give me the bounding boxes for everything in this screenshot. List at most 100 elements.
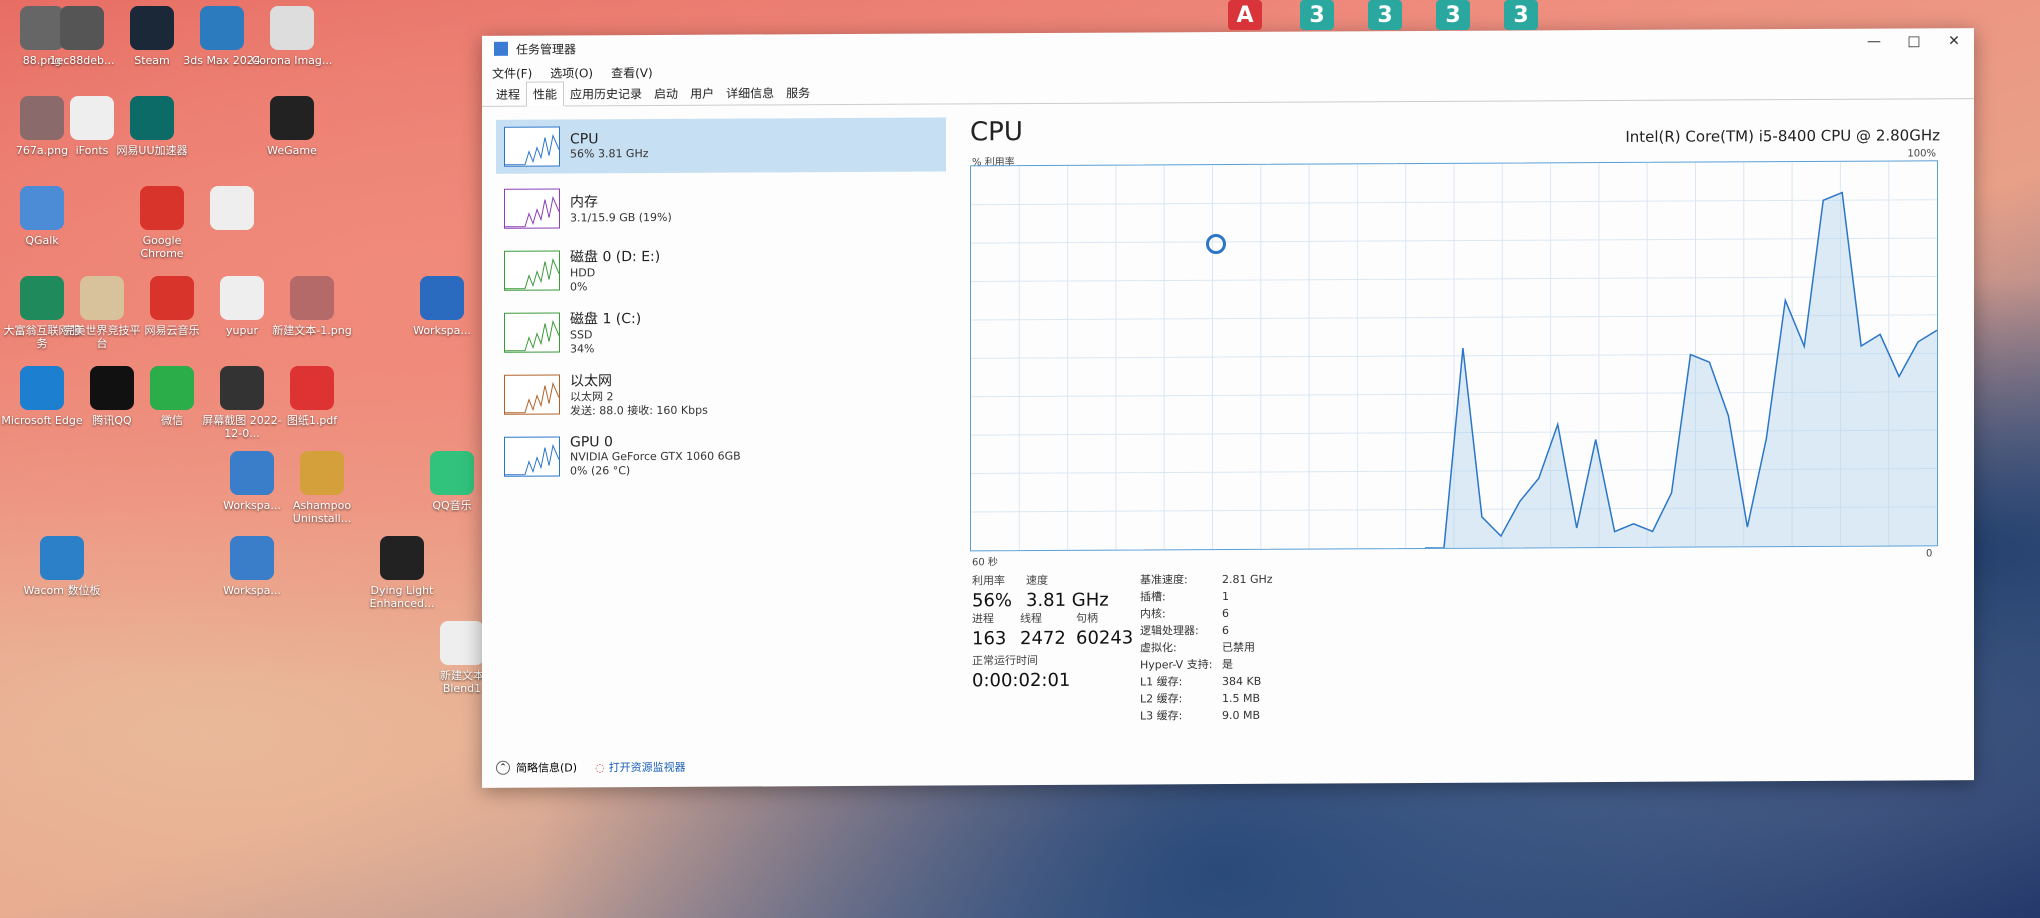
spec-row: L2 缓存: 1.5 MB (1140, 690, 1273, 708)
resource-monitor-link[interactable]: ◌ 打开资源监视器 (595, 759, 686, 775)
spec-value: 384 KB (1222, 674, 1262, 689)
spec-key: L1 缓存: (1140, 675, 1183, 689)
desktop-icon-label: Wacom 数位板 (23, 584, 101, 597)
resource-text: 内存 3.1/15.9 GB (19%) (570, 191, 672, 226)
app-icon (150, 366, 194, 410)
spec-value: 1.5 MB (1222, 691, 1261, 706)
maximize-button[interactable]: □ (1894, 33, 1934, 49)
spec-value: 1 (1222, 589, 1229, 604)
window-title: 任务管理器 (516, 41, 577, 57)
desktop-icon[interactable]: Workspa... (400, 276, 484, 337)
app-icon (150, 276, 194, 320)
app-icon (80, 276, 124, 320)
menu-options[interactable]: 选项(O) (550, 64, 593, 81)
desktop-icon-label: Dying Light Enhanced... (369, 584, 435, 610)
desktop-icon[interactable]: 新建文本-1.png (270, 276, 354, 337)
cpu-detail-panel: CPU Intel(R) Core(TM) i5-8400 CPU @ 2.80… (970, 112, 1950, 723)
app-icon (60, 6, 104, 50)
spec-key: 内核: (1140, 607, 1166, 621)
thread-value: 2472 (1020, 627, 1066, 650)
desktop-icon-label: Workspa... (413, 324, 471, 337)
resource-item[interactable]: 磁盘 0 (D: E:) HDD 0% (496, 241, 946, 297)
resource-item[interactable]: CPU 56% 3.81 GHz (496, 117, 946, 174)
pinned-app-icon[interactable]: A (1228, 0, 1262, 30)
tab-processes[interactable]: 进程 (490, 83, 526, 106)
thread-label: 线程 (1020, 611, 1042, 626)
tab-performance[interactable]: 性能 (526, 81, 565, 107)
spec-value: 是 (1222, 657, 1233, 672)
resource-thumbnail (504, 312, 560, 353)
resource-item[interactable]: 以太网 以太网 2 发送: 88.0 接收: 160 Kbps (496, 365, 946, 421)
desktop-icon[interactable]: WeGame (250, 96, 334, 157)
tab-details[interactable]: 详细信息 (720, 81, 780, 104)
cpu-usage-graph (970, 160, 1938, 552)
desktop-icon-label: WeGame (267, 144, 317, 157)
resource-item[interactable]: 内存 3.1/15.9 GB (19%) (496, 179, 946, 235)
cpu-specs: 基准速度: 2.81 GHz 插槽: 1 内核: 6 逻辑处理器: 6 虚拟化: 已禁用 Hyper… (1140, 571, 1273, 725)
resource-item[interactable]: GPU 0 NVIDIA GeForce GTX 1060 6GB 0% (26 °… (496, 427, 946, 483)
close-button[interactable]: ✕ (1934, 33, 1974, 49)
spec-value: 2.81 GHz (1222, 572, 1273, 587)
desktop-icon-label: 网易UU加速器 (116, 144, 188, 157)
desktop-icon[interactable]: QGalk (0, 186, 84, 247)
desktop-icon-label: Google Chrome (140, 234, 184, 260)
pinned-app-icon[interactable]: 3 (1300, 0, 1334, 30)
fewer-details-link[interactable]: 简略信息(D) (516, 759, 577, 775)
spec-row: L1 缓存: 384 KB (1140, 673, 1273, 691)
spec-row: 虚拟化: 已禁用 (1140, 639, 1273, 657)
desktop-icon[interactable]: 网易UU加速器 (110, 96, 194, 157)
resource-thumbnail (504, 250, 560, 291)
handle-value: 60243 (1076, 627, 1134, 649)
app-icon (130, 6, 174, 50)
spec-key: 基准速度: (1140, 573, 1188, 587)
desktop-icon[interactable]: Ashampoo Uninstall... (280, 451, 364, 525)
desktop-icon[interactable] (190, 186, 274, 234)
desktop-icon[interactable]: 图纸1.pdf (270, 366, 354, 427)
pinned-app-icon[interactable]: 3 (1368, 0, 1402, 30)
app-icon (40, 536, 84, 580)
menu-file[interactable]: 文件(F) (492, 64, 532, 81)
util-value: 56% (972, 590, 1013, 612)
desktop-icon[interactable]: Workspa... (210, 536, 294, 597)
desktop-icon[interactable]: Corona Imag... (250, 6, 334, 67)
app-icon (220, 366, 264, 410)
resource-text: 以太网 以太网 2 发送: 88.0 接收: 160 Kbps (570, 370, 708, 419)
util-label: 利用率 (972, 574, 1005, 588)
menu-view[interactable]: 查看(V) (611, 64, 653, 81)
app-icon (210, 186, 254, 230)
cpu-stats: 利用率 56% 速度 3.81 GHz 进程 163 线程 2472 句柄 60… (970, 567, 1950, 723)
resource-sub2: 发送: 88.0 接收: 160 Kbps (570, 403, 708, 418)
pinned-app-icon[interactable]: 3 (1436, 0, 1470, 30)
x-axis-right: 0 (1926, 548, 1933, 560)
spec-row: 逻辑处理器: 6 (1140, 622, 1273, 640)
pinned-app-icon[interactable]: 3 (1504, 0, 1538, 30)
resource-sub2: 0% (26 °C) (570, 464, 631, 478)
spec-key: L3 缓存: (1140, 709, 1183, 723)
minimize-button[interactable]: — (1854, 34, 1894, 50)
tab-services[interactable]: 服务 (780, 81, 816, 104)
resource-sub1: NVIDIA GeForce GTX 1060 6GB (570, 449, 741, 464)
tab-users[interactable]: 用户 (684, 82, 720, 105)
desktop-icon[interactable]: Wacom 数位板 (20, 536, 104, 597)
chevron-up-icon[interactable]: ⌃ (496, 760, 510, 775)
speed-value: 3.81 GHz (1026, 589, 1109, 612)
spec-row: 内核: 6 (1140, 605, 1273, 623)
desktop-icon-label: 图纸1.pdf (286, 414, 338, 427)
app-icon (270, 96, 314, 140)
app-icon (290, 276, 334, 320)
resource-monitor-label: 打开资源监视器 (608, 760, 686, 775)
app-icon (130, 96, 174, 140)
resource-sub2: 0% (570, 280, 588, 294)
x-axis-left: 60 秒 (972, 557, 998, 569)
resource-item[interactable]: 磁盘 1 (C:) SSD 34% (496, 303, 946, 359)
tab-startup[interactable]: 启动 (648, 82, 684, 105)
app-icon (420, 276, 464, 320)
tab-app-history[interactable]: 应用历史记录 (564, 82, 648, 105)
resource-sub1: 以太网 2 (570, 390, 614, 404)
spec-key: Hyper-V 支持: (1140, 658, 1213, 672)
task-manager-window[interactable]: 任务管理器 — □ ✕ 文件(F) 选项(O) 查看(V) 进程 性能 应用历史… (482, 28, 1974, 788)
resource-name: 磁盘 0 (D: E:) (570, 248, 661, 266)
handle-label: 句柄 (1076, 611, 1098, 625)
desktop-icon[interactable]: Dying Light Enhanced... (360, 536, 444, 610)
resource-name: GPU 0 (570, 434, 613, 451)
